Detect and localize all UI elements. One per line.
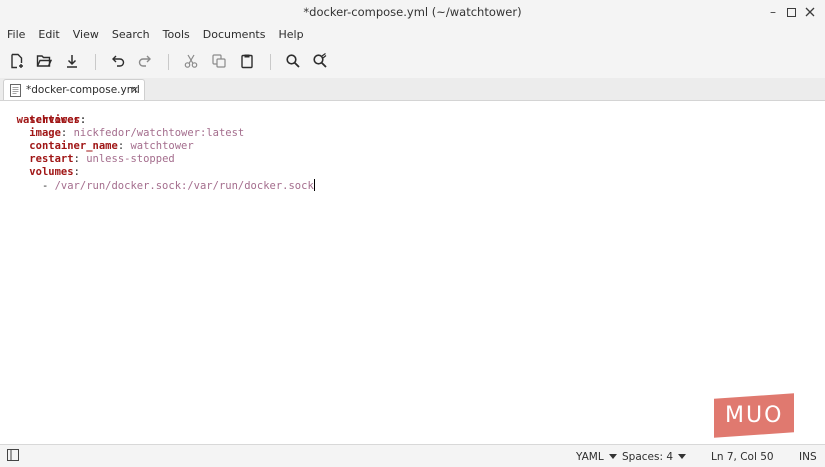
indent-label: Spaces: 4 xyxy=(622,451,674,463)
minimize-icon[interactable]: – xyxy=(764,3,782,21)
muo-logo: MUO xyxy=(714,393,794,438)
toolbar-separator xyxy=(95,54,96,70)
tab-close-icon[interactable]: × xyxy=(130,83,139,96)
code-line: volumes: xyxy=(4,166,80,179)
toolbar-separator xyxy=(270,54,271,70)
yaml-value: watchtower xyxy=(130,140,194,152)
yaml-value: unless-stopped xyxy=(86,153,175,165)
menu-documents[interactable]: Documents xyxy=(196,28,272,41)
document-icon xyxy=(10,84,21,97)
new-document-icon[interactable] xyxy=(5,49,29,73)
search-replace-icon[interactable] xyxy=(308,49,332,73)
chevron-down-icon xyxy=(608,454,617,459)
title-bar: *docker-compose.yml (~/watchtower) – xyxy=(0,0,825,24)
window-title: *docker-compose.yml (~/watchtower) xyxy=(303,5,522,19)
menu-search[interactable]: Search xyxy=(105,28,156,41)
close-window-icon[interactable] xyxy=(801,3,819,21)
cursor-position: Ln 7, Col 50 xyxy=(711,451,774,463)
code-line: watchtower: xyxy=(4,114,87,127)
yaml-colon: : xyxy=(60,127,68,139)
menu-help[interactable]: Help xyxy=(271,28,309,41)
yaml-key: watchtower xyxy=(16,114,80,126)
yaml-value: nickfedor/watchtower:latest xyxy=(73,127,245,139)
chevron-down-icon xyxy=(678,454,687,459)
yaml-key: restart xyxy=(29,153,74,165)
code-line: services: xyxy=(4,101,86,126)
sidebar-toggle-icon[interactable] xyxy=(7,449,19,464)
toolbar xyxy=(0,44,825,78)
copy-icon[interactable] xyxy=(207,49,231,73)
code-line: image: nickfedor/watchtower:latest xyxy=(4,127,244,140)
yaml-key: image xyxy=(29,127,61,139)
paste-icon[interactable] xyxy=(235,49,259,73)
menu-view[interactable]: View xyxy=(66,28,105,41)
save-download-icon[interactable] xyxy=(60,49,84,73)
undo-icon[interactable] xyxy=(106,49,130,73)
menu-file[interactable]: File xyxy=(0,28,31,41)
code-line: container_name: watchtower xyxy=(4,140,194,153)
language-label: YAML xyxy=(576,451,604,463)
status-bar: YAML Spaces: 4 Ln 7, Col 50 INS xyxy=(0,444,825,467)
yaml-key: container_name xyxy=(29,140,118,152)
maximize-icon[interactable] xyxy=(782,3,800,21)
yaml-colon: : xyxy=(79,114,87,126)
search-icon[interactable] xyxy=(281,49,305,73)
yaml-key: volumes xyxy=(29,166,74,178)
yaml-colon: : xyxy=(73,153,80,165)
menu-tools[interactable]: Tools xyxy=(156,28,196,41)
yaml-value: /var/run/docker.sock:/var/run/docker.soc… xyxy=(54,180,314,192)
yaml-list-dash: - xyxy=(41,180,55,192)
menu-edit[interactable]: Edit xyxy=(31,28,65,41)
insert-mode: INS xyxy=(799,451,817,463)
tab-label: *docker-compose.yml xyxy=(26,84,140,96)
menu-bar: File Edit View Search Tools Documents He… xyxy=(0,24,825,44)
toolbar-separator xyxy=(168,54,169,70)
cut-icon[interactable] xyxy=(179,49,203,73)
indent-selector[interactable]: Spaces: 4 xyxy=(622,451,687,463)
text-editor[interactable]: services: watchtower: image: nickfedor/w… xyxy=(0,101,825,444)
yaml-colon: : xyxy=(117,140,125,152)
language-selector[interactable]: YAML xyxy=(576,451,617,463)
tab-bar: *docker-compose.yml × xyxy=(0,78,825,101)
logo-text: MUO xyxy=(724,403,784,428)
redo-icon[interactable] xyxy=(133,49,157,73)
text-caret xyxy=(313,179,315,191)
code-line: restart: unless-stopped xyxy=(4,153,175,166)
open-folder-icon[interactable] xyxy=(32,49,56,73)
code-line: - /var/run/docker.sock:/var/run/docker.s… xyxy=(4,179,315,192)
yaml-colon: : xyxy=(73,166,80,178)
tab-docker-compose[interactable]: *docker-compose.yml × xyxy=(3,79,145,100)
